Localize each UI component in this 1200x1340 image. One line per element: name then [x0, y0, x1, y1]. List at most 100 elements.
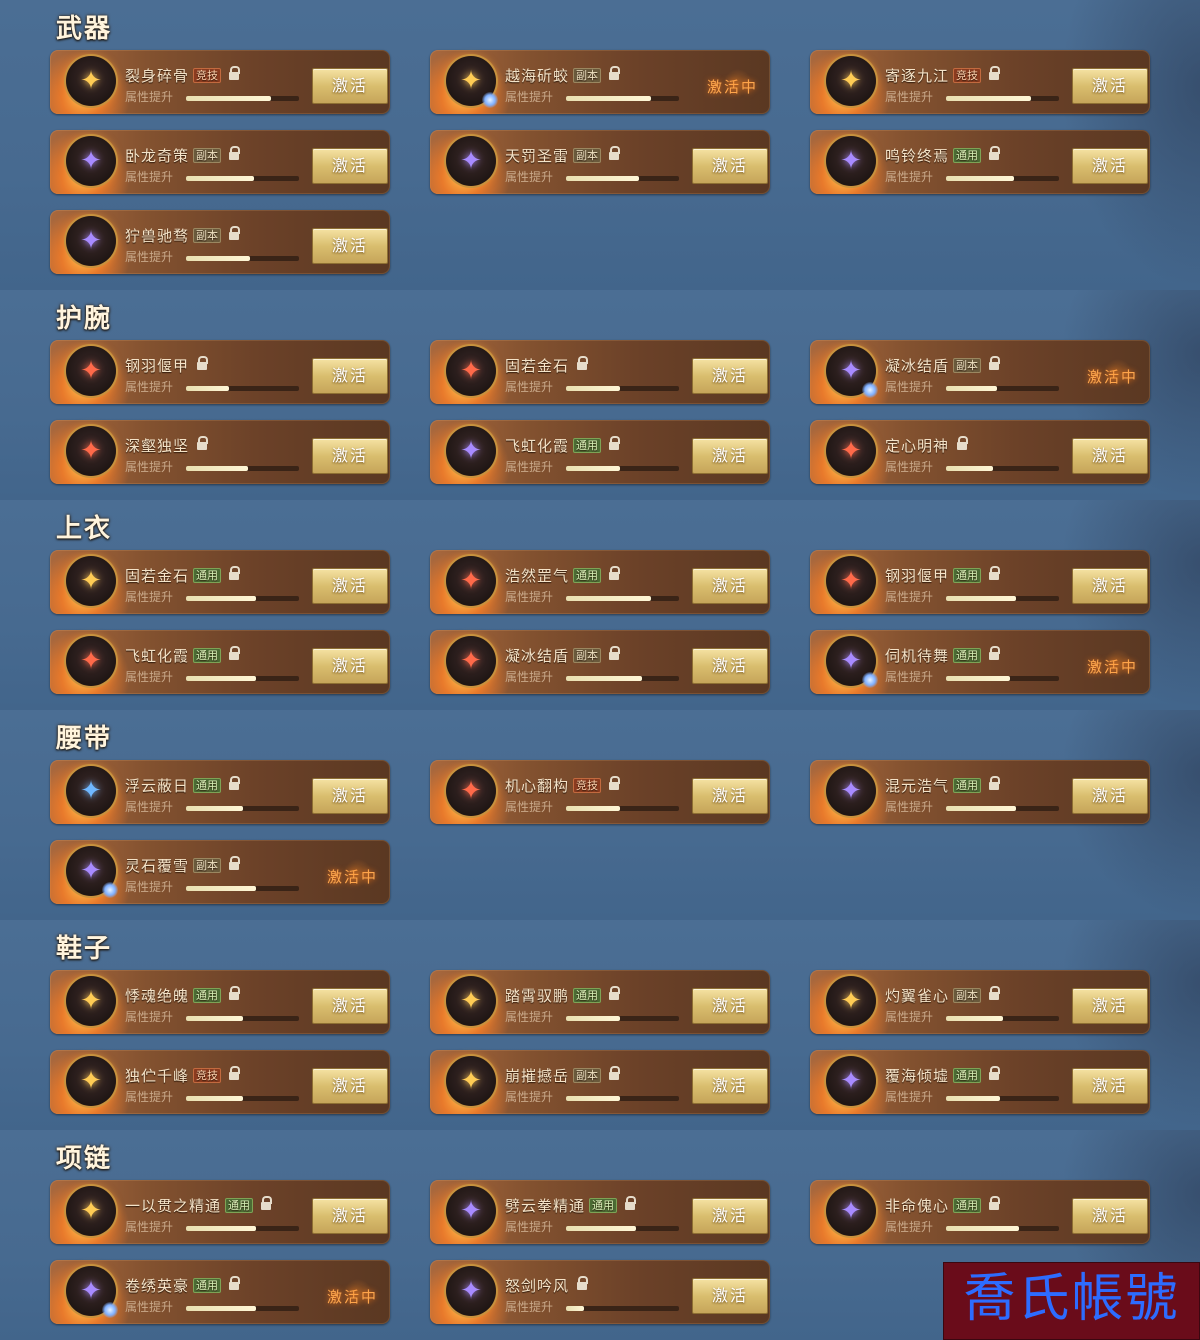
activate-button[interactable]: 激活 — [312, 68, 388, 104]
skill-tag: 副本 — [193, 858, 222, 873]
skill-card: ✦ 凝冰结盾 副本 属性提升 激活中 — [810, 340, 1150, 404]
skill-name-row: 飞虹化霞 通用 — [125, 645, 241, 666]
activate-button[interactable]: 激活 — [692, 568, 768, 604]
skill-name: 钢羽偃甲 — [885, 567, 950, 585]
progress-fill — [946, 1016, 1003, 1021]
activate-button[interactable]: 激活 — [692, 358, 768, 394]
activate-button[interactable]: 激活 — [1072, 1068, 1148, 1104]
activate-button[interactable]: 激活 — [692, 1068, 768, 1104]
skill-name: 非命傀心 — [885, 1197, 950, 1215]
skill-name-row: 独伫千峰 竞技 — [125, 1065, 241, 1086]
progress-fill — [946, 176, 1014, 181]
activate-button[interactable]: 激活 — [312, 1068, 388, 1104]
activate-button[interactable]: 激活 — [312, 1198, 388, 1234]
skill-name-row: 机心翻构 竞技 — [505, 775, 621, 796]
activate-button[interactable]: 激活 — [692, 1278, 768, 1314]
skill-card: ✦ 踏霄驭鹏 通用 属性提升 激活 — [430, 970, 770, 1034]
spark-icon — [862, 382, 878, 398]
activate-button[interactable]: 激活 — [692, 148, 768, 184]
activate-button[interactable]: 激活 — [692, 648, 768, 684]
attribute-label: 属性提升 — [505, 90, 554, 104]
skill-icon: ✦ — [446, 556, 496, 606]
skill-name: 凝冰结盾 — [885, 357, 950, 375]
progress-fill — [186, 256, 251, 261]
activate-button[interactable]: 激活 — [692, 778, 768, 814]
attribute-label: 属性提升 — [885, 1010, 934, 1024]
skill-name: 劈云拳精通 — [505, 1197, 586, 1215]
activate-button[interactable]: 激活 — [1072, 1198, 1148, 1234]
activate-button[interactable]: 激活 — [692, 438, 768, 474]
skill-card: ✦ 灼翼雀心 副本 属性提升 激活 — [810, 970, 1150, 1034]
skill-icon: ✦ — [66, 556, 116, 606]
lock-icon — [989, 66, 1001, 80]
rune-icon: ✦ — [840, 646, 862, 676]
skill-name: 灼翼雀心 — [885, 987, 950, 1005]
skill-card: ✦ 灵石覆雪 副本 属性提升 激活中 — [50, 840, 390, 904]
lock-icon — [609, 1066, 621, 1080]
activate-button[interactable]: 激活 — [1072, 778, 1148, 814]
skill-card: ✦ 卷绣英豪 通用 属性提升 激活中 — [50, 1260, 390, 1324]
skill-card: ✦ 覆海倾墟 通用 属性提升 激活 — [810, 1050, 1150, 1114]
skill-tag: 通用 — [193, 1278, 222, 1293]
progress-fill — [186, 1096, 243, 1101]
lock-icon — [197, 436, 209, 450]
activate-button[interactable]: 激活 — [312, 648, 388, 684]
activate-button[interactable]: 激活 — [1072, 988, 1148, 1024]
activate-button[interactable]: 激活 — [692, 988, 768, 1024]
progress-bar — [566, 96, 679, 101]
activate-button[interactable]: 激活 — [312, 988, 388, 1024]
activate-button[interactable]: 激活 — [312, 438, 388, 474]
skill-card: ✦ 劈云拳精通 通用 属性提升 激活 — [430, 1180, 770, 1244]
activate-button[interactable]: 激活 — [1072, 68, 1148, 104]
activate-button[interactable]: 激活 — [312, 148, 388, 184]
attribute-label: 属性提升 — [125, 1300, 174, 1314]
skill-name-row: 裂身碎骨 竞技 — [125, 65, 241, 86]
lock-icon — [989, 1066, 1001, 1080]
activate-button[interactable]: 激活 — [312, 228, 388, 264]
activate-button[interactable]: 激活 — [312, 568, 388, 604]
skill-icon: ✦ — [826, 766, 876, 816]
skill-card: ✦ 狞兽驰骛 副本 属性提升 激活 — [50, 210, 390, 274]
skill-name: 狞兽驰骛 — [125, 227, 190, 245]
rune-icon: ✦ — [460, 1066, 482, 1096]
skill-tag: 副本 — [953, 988, 982, 1003]
progress-fill — [186, 596, 257, 601]
rune-icon: ✦ — [80, 356, 102, 386]
rune-icon: ✦ — [80, 436, 102, 466]
skill-tag: 通用 — [953, 1198, 982, 1213]
progress-bar — [566, 596, 679, 601]
lock-icon — [229, 566, 241, 580]
rune-icon: ✦ — [840, 146, 862, 176]
activate-button[interactable]: 激活 — [1072, 438, 1148, 474]
skill-card: ✦ 卧龙奇策 副本 属性提升 激活 — [50, 130, 390, 194]
activate-button[interactable]: 激活 — [1072, 568, 1148, 604]
progress-bar — [566, 1096, 679, 1101]
rune-icon: ✦ — [80, 566, 102, 596]
section-4: 鞋子 ✦ 悸魂绝魄 通用 属性提升 激活 ✦ 踏霄驭鹏 通用 属性提升 激活 ✦ 灼翼雀心 副本 属性提升激… — [0, 920, 1200, 1130]
progress-bar — [946, 1226, 1059, 1231]
lock-icon — [989, 146, 1001, 160]
progress-fill — [566, 386, 621, 391]
activate-button[interactable]: 激活 — [312, 778, 388, 814]
skill-name: 覆海倾墟 — [885, 1067, 950, 1085]
rune-icon: ✦ — [80, 146, 102, 176]
activate-button[interactable]: 激活 — [1072, 148, 1148, 184]
attribute-label: 属性提升 — [125, 590, 174, 604]
attribute-label: 属性提升 — [505, 460, 554, 474]
rune-icon: ✦ — [840, 776, 862, 806]
skill-tag: 副本 — [573, 648, 602, 663]
attribute-label: 属性提升 — [125, 800, 174, 814]
lock-icon — [609, 776, 621, 790]
lock-icon — [229, 646, 241, 660]
progress-bar — [946, 96, 1059, 101]
activate-button[interactable]: 激活 — [692, 1198, 768, 1234]
lock-icon — [989, 356, 1001, 370]
skill-name: 浮云蔽日 — [125, 777, 190, 795]
skill-icon: ✦ — [66, 1186, 116, 1236]
skill-name-row: 钢羽偃甲 — [125, 355, 209, 376]
activate-button[interactable]: 激活 — [312, 358, 388, 394]
progress-bar — [946, 1016, 1059, 1021]
skill-icon: ✦ — [446, 1056, 496, 1106]
skill-name-row: 踏霄驭鹏 通用 — [505, 985, 621, 1006]
attribute-label: 属性提升 — [125, 250, 174, 264]
